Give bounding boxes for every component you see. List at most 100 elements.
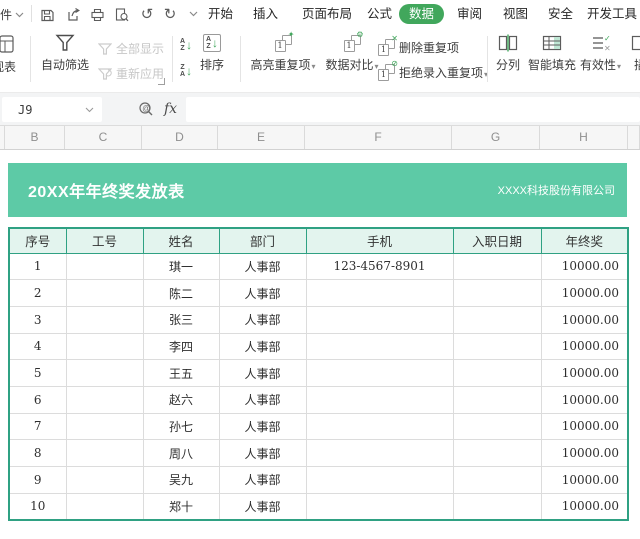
table-cell[interactable]: [306, 280, 453, 307]
column-header-H[interactable]: H: [540, 126, 628, 149]
tab-审阅[interactable]: 审阅: [457, 4, 482, 24]
insert-dropdown-list-button[interactable]: 插: [631, 34, 640, 73]
table-cell[interactable]: [453, 493, 541, 520]
column-header-E[interactable]: E: [218, 126, 305, 149]
table-cell[interactable]: [453, 467, 541, 494]
formula-input[interactable]: [186, 97, 640, 122]
table-cell[interactable]: 王五: [143, 360, 219, 387]
export-icon[interactable]: [64, 5, 82, 23]
table-cell[interactable]: 10000.00: [541, 386, 628, 413]
sort-descending-button[interactable]: ZA↓: [180, 64, 192, 78]
table-cell[interactable]: 陈二: [143, 280, 219, 307]
table-cell[interactable]: 10000.00: [541, 280, 628, 307]
data-compare-button[interactable]: 1⚙ 数据对比▾: [322, 35, 382, 73]
table-cell[interactable]: 4: [9, 333, 66, 360]
sort-ascending-button[interactable]: AZ↓: [180, 38, 192, 52]
table-cell[interactable]: [66, 280, 143, 307]
column-header-F[interactable]: F: [305, 126, 452, 149]
table-cell[interactable]: [66, 253, 143, 280]
print-icon[interactable]: [88, 5, 106, 23]
table-cell[interactable]: 10000.00: [541, 467, 628, 494]
table-cell[interactable]: 3: [9, 306, 66, 333]
table-cell[interactable]: [306, 360, 453, 387]
tab-视图[interactable]: 视图: [503, 4, 528, 24]
table-header-cell[interactable]: 姓名: [143, 228, 219, 253]
table-cell[interactable]: [66, 360, 143, 387]
table-cell[interactable]: [306, 413, 453, 440]
table-cell[interactable]: 李四: [143, 333, 219, 360]
table-cell[interactable]: [306, 333, 453, 360]
table-cell[interactable]: [453, 333, 541, 360]
save-icon[interactable]: [38, 5, 56, 23]
text-to-columns-button[interactable]: 分列: [496, 34, 520, 73]
smart-fill-button[interactable]: 智能填充: [528, 34, 576, 73]
table-cell[interactable]: [66, 386, 143, 413]
sort-button[interactable]: AZ↓ 排序: [200, 34, 224, 73]
table-header-cell[interactable]: 年终奖: [541, 228, 628, 253]
table-cell[interactable]: [453, 386, 541, 413]
tab-数据[interactable]: 数据: [399, 4, 444, 24]
tab-开始[interactable]: 开始: [208, 4, 233, 24]
highlight-duplicates-button[interactable]: 1✦ 高亮重复项▾: [247, 35, 319, 73]
table-cell[interactable]: 10000.00: [541, 360, 628, 387]
table-cell[interactable]: 赵六: [143, 386, 219, 413]
table-cell[interactable]: [453, 413, 541, 440]
undo-icon[interactable]: ↺: [138, 5, 156, 23]
table-cell[interactable]: 10000.00: [541, 253, 628, 280]
table-cell[interactable]: 6: [9, 386, 66, 413]
table-header-cell[interactable]: 手机: [306, 228, 453, 253]
name-box-chevron-icon[interactable]: [85, 107, 94, 113]
table-header-cell[interactable]: 工号: [66, 228, 143, 253]
table-cell[interactable]: 5: [9, 360, 66, 387]
table-cell[interactable]: [66, 493, 143, 520]
spreadsheet-grid[interactable]: 20XX年年终奖发放表 XXXX科技股份有限公司 序号工号姓名部门手机入职日期年…: [0, 150, 640, 539]
remove-duplicates-button[interactable]: 1✕ 删除重复项: [378, 39, 459, 56]
reapply-button[interactable]: 重新应用: [98, 65, 164, 82]
table-cell[interactable]: [306, 306, 453, 333]
table-header-cell[interactable]: 入职日期: [453, 228, 541, 253]
redo-icon[interactable]: ↻: [161, 5, 179, 23]
more-chevron-icon[interactable]: [184, 5, 202, 23]
table-cell[interactable]: 人事部: [219, 253, 306, 280]
table-cell[interactable]: 人事部: [219, 306, 306, 333]
table-cell[interactable]: 8: [9, 440, 66, 467]
title-banner-cell[interactable]: 20XX年年终奖发放表 XXXX科技股份有限公司: [8, 163, 627, 217]
table-cell[interactable]: 人事部: [219, 467, 306, 494]
tab-页面布局[interactable]: 页面布局: [302, 4, 352, 24]
auto-filter-button[interactable]: 自动筛选: [37, 34, 93, 73]
reject-duplicate-input-button[interactable]: 1⊘ 拒绝录入重复项▾: [378, 64, 488, 81]
fx-icon[interactable]: fx: [164, 101, 177, 117]
tab-开发工具[interactable]: 开发工具: [587, 4, 637, 24]
table-cell[interactable]: 吴九: [143, 467, 219, 494]
table-cell[interactable]: 郑十: [143, 493, 219, 520]
table-cell[interactable]: 10000.00: [541, 440, 628, 467]
table-cell[interactable]: 张三: [143, 306, 219, 333]
table-cell[interactable]: 9: [9, 467, 66, 494]
column-header-D[interactable]: D: [142, 126, 218, 149]
table-cell[interactable]: [453, 360, 541, 387]
table-cell[interactable]: [453, 440, 541, 467]
table-cell[interactable]: 10000.00: [541, 306, 628, 333]
table-cell[interactable]: 人事部: [219, 333, 306, 360]
table-cell[interactable]: 人事部: [219, 280, 306, 307]
table-cell[interactable]: 2: [9, 280, 66, 307]
table-header-cell[interactable]: 部门: [219, 228, 306, 253]
tab-安全[interactable]: 安全: [548, 4, 573, 24]
table-cell[interactable]: 人事部: [219, 360, 306, 387]
table-cell[interactable]: 10000.00: [541, 493, 628, 520]
table-cell[interactable]: [453, 253, 541, 280]
table-cell[interactable]: 10000.00: [541, 333, 628, 360]
dialog-launcher-icon[interactable]: [158, 78, 165, 85]
pivot-table-button[interactable]: 视表: [0, 34, 16, 75]
table-cell[interactable]: 人事部: [219, 493, 306, 520]
table-cell[interactable]: [66, 306, 143, 333]
table-cell[interactable]: [453, 280, 541, 307]
show-all-button[interactable]: 全部显示: [98, 40, 164, 57]
column-header-B[interactable]: B: [5, 126, 65, 149]
table-cell[interactable]: 7: [9, 413, 66, 440]
file-menu[interactable]: 件: [0, 6, 24, 23]
table-cell[interactable]: 10: [9, 493, 66, 520]
table-cell[interactable]: 人事部: [219, 413, 306, 440]
print-preview-icon[interactable]: [112, 5, 130, 23]
table-cell[interactable]: [66, 333, 143, 360]
